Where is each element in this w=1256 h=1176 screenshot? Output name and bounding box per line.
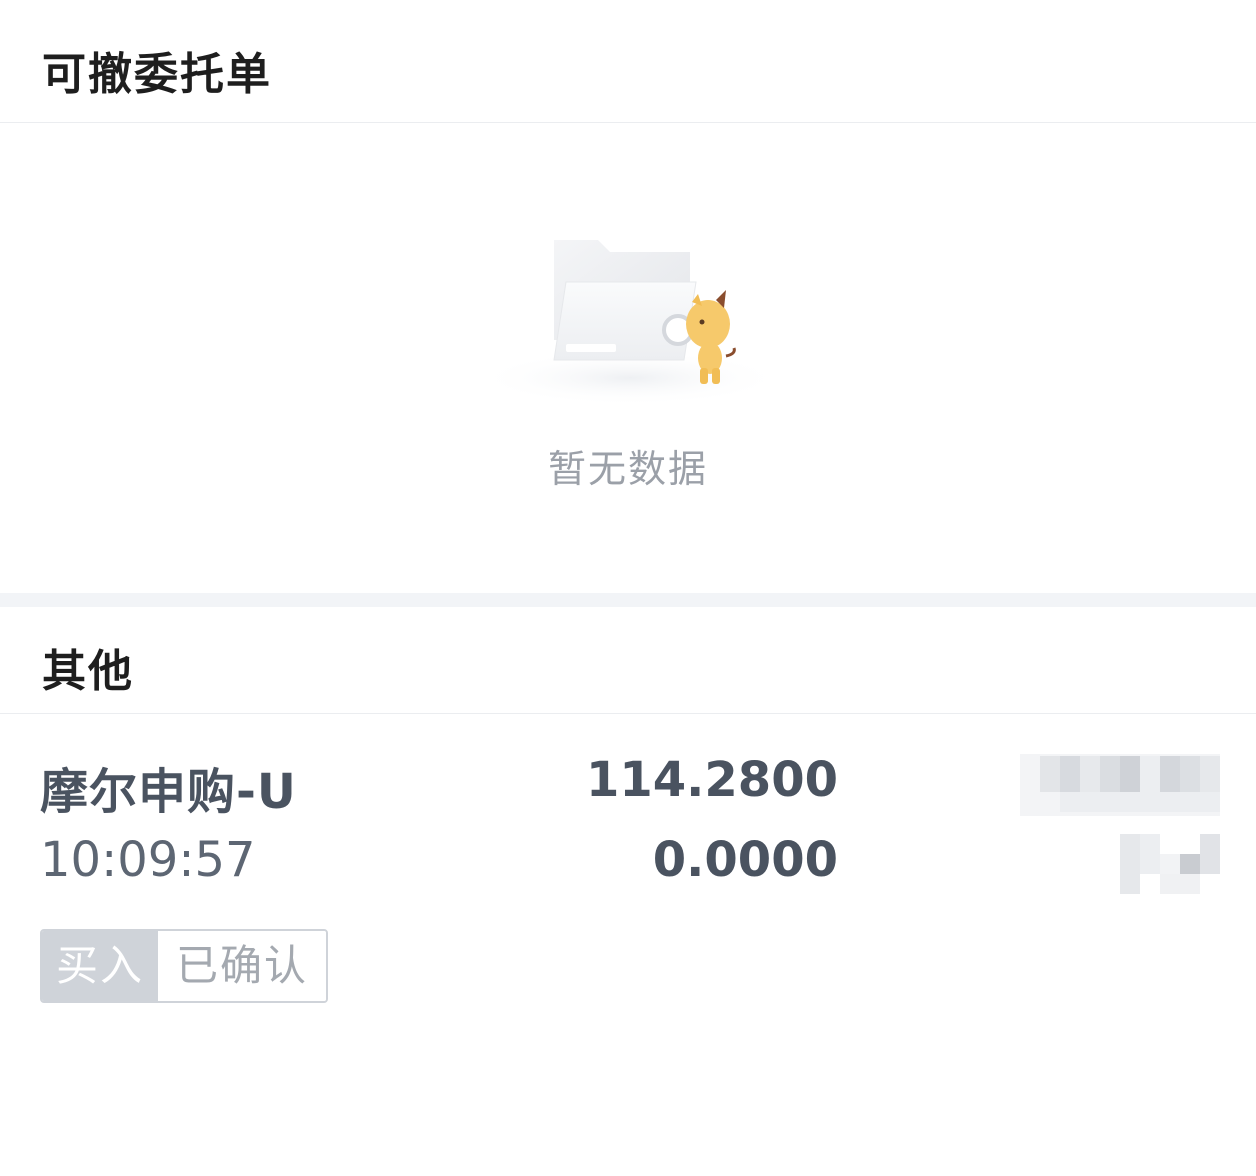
redacted-value-top (1020, 754, 1220, 816)
section-title: 其他 (42, 646, 134, 697)
order-tags: 买入 已确认 (40, 929, 329, 1003)
order-name: 摩尔申购-U (40, 764, 297, 820)
section-header-other: 其他 (0, 607, 1256, 714)
action-tag: 买入 (42, 931, 159, 1001)
order-amount: 0.0000 (652, 832, 838, 888)
order-row[interactable]: 摩尔申购-U 10:09:57 114.2800 0.0000 买入 已确认 (0, 714, 1256, 1034)
order-time: 10:09:57 (40, 832, 256, 888)
section-divider (0, 593, 1256, 607)
redacted-value-bottom (1120, 834, 1220, 894)
empty-text: 暂无数据 (547, 447, 708, 491)
status-tag: 已确认 (158, 931, 327, 1001)
section-title: 可撤委托单 (42, 49, 272, 100)
order-price: 114.2800 (585, 752, 838, 808)
empty-state: 暂无数据 (0, 123, 1256, 593)
empty-folder-mascot-icon (470, 228, 790, 408)
section-header-cancelable: 可撤委托单 (0, 0, 1256, 123)
